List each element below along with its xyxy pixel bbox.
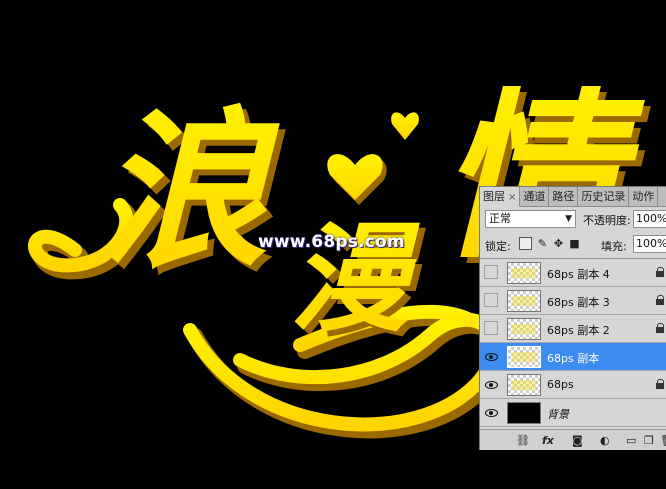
layer-name: 68ps 副本 (547, 352, 600, 365)
fill-input[interactable]: 100% (633, 235, 666, 253)
layer-thumbnail (507, 374, 541, 396)
close-icon[interactable]: × (508, 192, 516, 203)
layer-thumbnail (507, 402, 541, 424)
watermark-text: www.68ps.com (258, 232, 405, 252)
lock-transparency-icon[interactable] (519, 237, 532, 250)
delete-icon[interactable]: 🗑 (660, 434, 666, 448)
layer-row-background[interactable]: 背景 (480, 399, 666, 427)
layers-panel: 图层 × 通道 路径 历史记录 动作 正常 ▼ 不透明度: 100% 锁定: ✎ … (479, 186, 666, 450)
layer-row-68ps[interactable]: 68ps (480, 371, 666, 399)
tab-label: 动作 (632, 190, 655, 203)
layer-row-copy-2[interactable]: 68ps 副本 2 (480, 315, 666, 343)
layer-thumbnail (507, 290, 541, 312)
lock-brush-icon[interactable]: ✎ (536, 237, 549, 250)
group-folder-icon[interactable]: ▭ (626, 434, 636, 448)
blend-opacity-row: 正常 ▼ 不透明度: 100% (480, 208, 666, 230)
blend-mode-select[interactable]: 正常 ▼ (485, 210, 576, 228)
layer-name: 68ps 副本 3 (547, 296, 610, 309)
artwork-char-1: 浪 (98, 91, 280, 291)
layer-thumbnail (507, 318, 541, 340)
tab-label: 历史记录 (581, 190, 626, 203)
fx-icon[interactable]: fx (542, 434, 554, 448)
visibility-toggle[interactable] (484, 265, 498, 279)
lock-move-icon[interactable]: ✥ (552, 237, 565, 250)
lock-icon (656, 267, 665, 277)
fill-label: 填充: (601, 240, 627, 253)
lock-all-icon[interactable]: ■ (568, 237, 581, 250)
lock-label: 锁定: (485, 240, 511, 253)
panel-tabs: 图层 × 通道 路径 历史记录 动作 (480, 187, 666, 207)
new-layer-icon[interactable]: ❐ (644, 434, 654, 448)
lock-fill-row: 锁定: ✎ ✥ ■ 填充: 100% (480, 233, 666, 255)
layer-thumbnail (507, 262, 541, 284)
layer-row-copy-3[interactable]: 68ps 副本 3 (480, 287, 666, 315)
artwork-char-2: 漫 (290, 209, 420, 348)
layer-row-copy-4[interactable]: 68ps 副本 4 (480, 259, 666, 287)
opacity-input[interactable]: 100% (633, 210, 666, 228)
eye-icon[interactable] (484, 349, 498, 363)
eye-icon[interactable] (484, 377, 498, 391)
link-icon[interactable]: ⛓ (516, 434, 530, 448)
layer-name: 背景 (547, 408, 569, 421)
adjustment-icon[interactable]: ◐ (600, 434, 610, 448)
layer-list: 68ps 副本 4 68ps 副本 3 68ps 副本 2 68ps 副本 68… (480, 258, 666, 427)
opacity-label: 不透明度: (583, 214, 631, 227)
layer-name: 68ps 副本 2 (547, 324, 610, 337)
lock-icon (656, 379, 665, 389)
tab-actions[interactable]: 动作 (629, 187, 659, 207)
tab-layers[interactable]: 图层 × (480, 187, 521, 207)
tab-channels[interactable]: 通道 (520, 187, 550, 207)
mask-icon[interactable]: ◙ (572, 434, 583, 448)
lock-icon (656, 295, 665, 305)
layer-thumbnail (507, 346, 541, 368)
heart-shapes (327, 112, 419, 205)
visibility-toggle[interactable] (484, 293, 498, 307)
blend-mode-value: 正常 (489, 212, 511, 225)
lock-icon (656, 323, 665, 333)
layer-name: 68ps 副本 4 (547, 268, 610, 281)
tab-label: 图层 (483, 190, 505, 203)
tab-paths[interactable]: 路径 (549, 187, 579, 207)
tab-label: 通道 (523, 190, 546, 203)
tab-label: 路径 (552, 190, 575, 203)
layer-row-copy[interactable]: 68ps 副本 (480, 343, 666, 371)
chevron-down-icon: ▼ (565, 214, 572, 224)
layer-name: 68ps (547, 378, 574, 391)
eye-icon[interactable] (484, 405, 498, 419)
visibility-toggle[interactable] (484, 321, 498, 335)
panel-footer: ⛓ fx ◙ ◐ ▭ ❐ 🗑 (480, 429, 666, 450)
tab-history[interactable]: 历史记录 (578, 187, 630, 207)
